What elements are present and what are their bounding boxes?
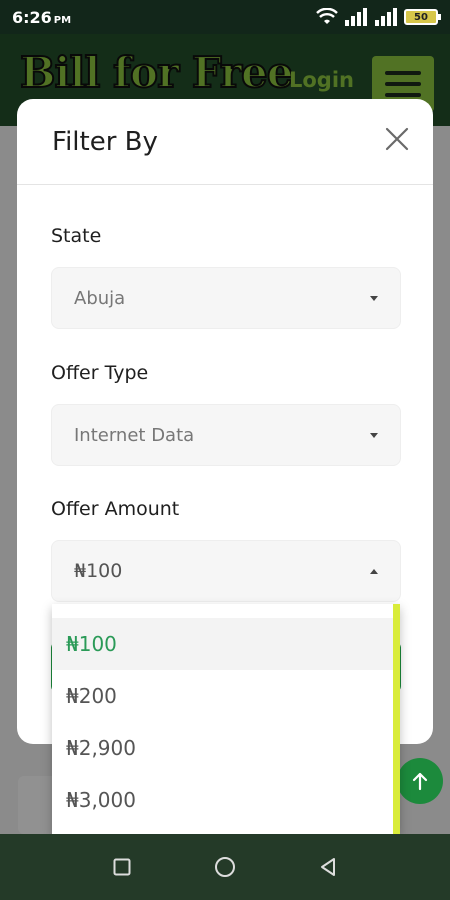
- dropdown-option[interactable]: ₦100: [52, 618, 400, 670]
- status-icons: 50: [316, 8, 441, 26]
- state-select[interactable]: Abuja: [51, 267, 401, 329]
- square-icon: [113, 858, 131, 876]
- dropdown-option[interactable]: ₦3,000: [52, 774, 400, 826]
- circle-icon: [214, 857, 235, 877]
- offer-amount-label: Offer Amount: [51, 498, 180, 520]
- status-time: 6:26 PM: [12, 8, 71, 27]
- status-bar: 6:26 PM 50: [0, 0, 450, 34]
- back-triangle-icon: [321, 858, 336, 876]
- wifi-icon: [316, 8, 338, 24]
- battery-icon: 50: [404, 9, 441, 25]
- scroll-to-top-button[interactable]: [397, 758, 443, 804]
- back-button[interactable]: [316, 855, 340, 879]
- offer-amount-dropdown: ₦100 ₦200 ₦2,900 ₦3,000: [52, 604, 400, 834]
- offer-amount-select-value: ₦100: [74, 560, 123, 582]
- clock-text: 6:26: [12, 7, 52, 27]
- recent-apps-button[interactable]: [110, 855, 134, 879]
- home-button[interactable]: [213, 855, 237, 879]
- caret-down-icon: [370, 432, 378, 438]
- close-icon[interactable]: [383, 125, 411, 153]
- state-select-value: Abuja: [74, 287, 126, 309]
- modal-header: Filter By: [17, 99, 433, 185]
- offer-type-select-value: Internet Data: [74, 424, 195, 446]
- modal-title: Filter By: [52, 127, 158, 157]
- offer-amount-select[interactable]: ₦100: [51, 540, 401, 602]
- offer-type-label: Offer Type: [51, 362, 149, 384]
- system-nav-bar: [0, 834, 450, 900]
- signal-icon-2: [375, 8, 397, 26]
- dropdown-option[interactable]: ₦2,900: [52, 722, 400, 774]
- dropdown-option[interactable]: ₦200: [52, 670, 400, 722]
- battery-level: 50: [414, 11, 428, 23]
- signal-icon: [345, 8, 367, 26]
- state-label: State: [51, 225, 102, 247]
- offer-type-select[interactable]: Internet Data: [51, 404, 401, 466]
- dropdown-list: ₦100 ₦200 ₦2,900 ₦3,000: [52, 604, 400, 826]
- dropdown-scrollbar[interactable]: [393, 604, 400, 834]
- arrow-up-icon: [412, 772, 428, 791]
- caret-up-icon: [370, 568, 378, 574]
- clock-ampm: PM: [53, 14, 72, 26]
- caret-down-icon: [370, 295, 378, 301]
